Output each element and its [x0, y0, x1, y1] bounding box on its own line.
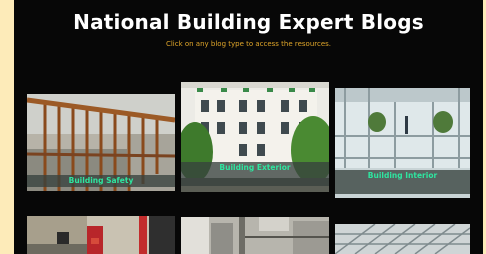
card-label: Building Safety	[27, 175, 175, 187]
page-subtitle: Click on any blog type to access the res…	[165, 40, 332, 48]
page-title: National Building Expert Blogs	[73, 10, 424, 34]
blog-card-equipment[interactable]	[27, 216, 175, 254]
equipment-photo	[27, 216, 175, 254]
blog-card-atrium[interactable]	[335, 224, 470, 254]
blog-card-building-interior[interactable]: Building Interior	[335, 88, 470, 198]
atrium-ceiling-photo	[335, 224, 470, 254]
card-label: Building Interior	[335, 170, 470, 194]
blog-card-mechanical[interactable]	[181, 217, 329, 254]
blog-card-building-safety[interactable]: Building Safety	[27, 94, 175, 191]
blog-card-building-exterior[interactable]: Building Exterior	[181, 82, 329, 192]
mechanical-room-photo	[181, 217, 329, 254]
blogs-panel: National Building Expert Blogs Click on …	[14, 0, 483, 254]
card-label: Building Exterior	[181, 162, 329, 186]
